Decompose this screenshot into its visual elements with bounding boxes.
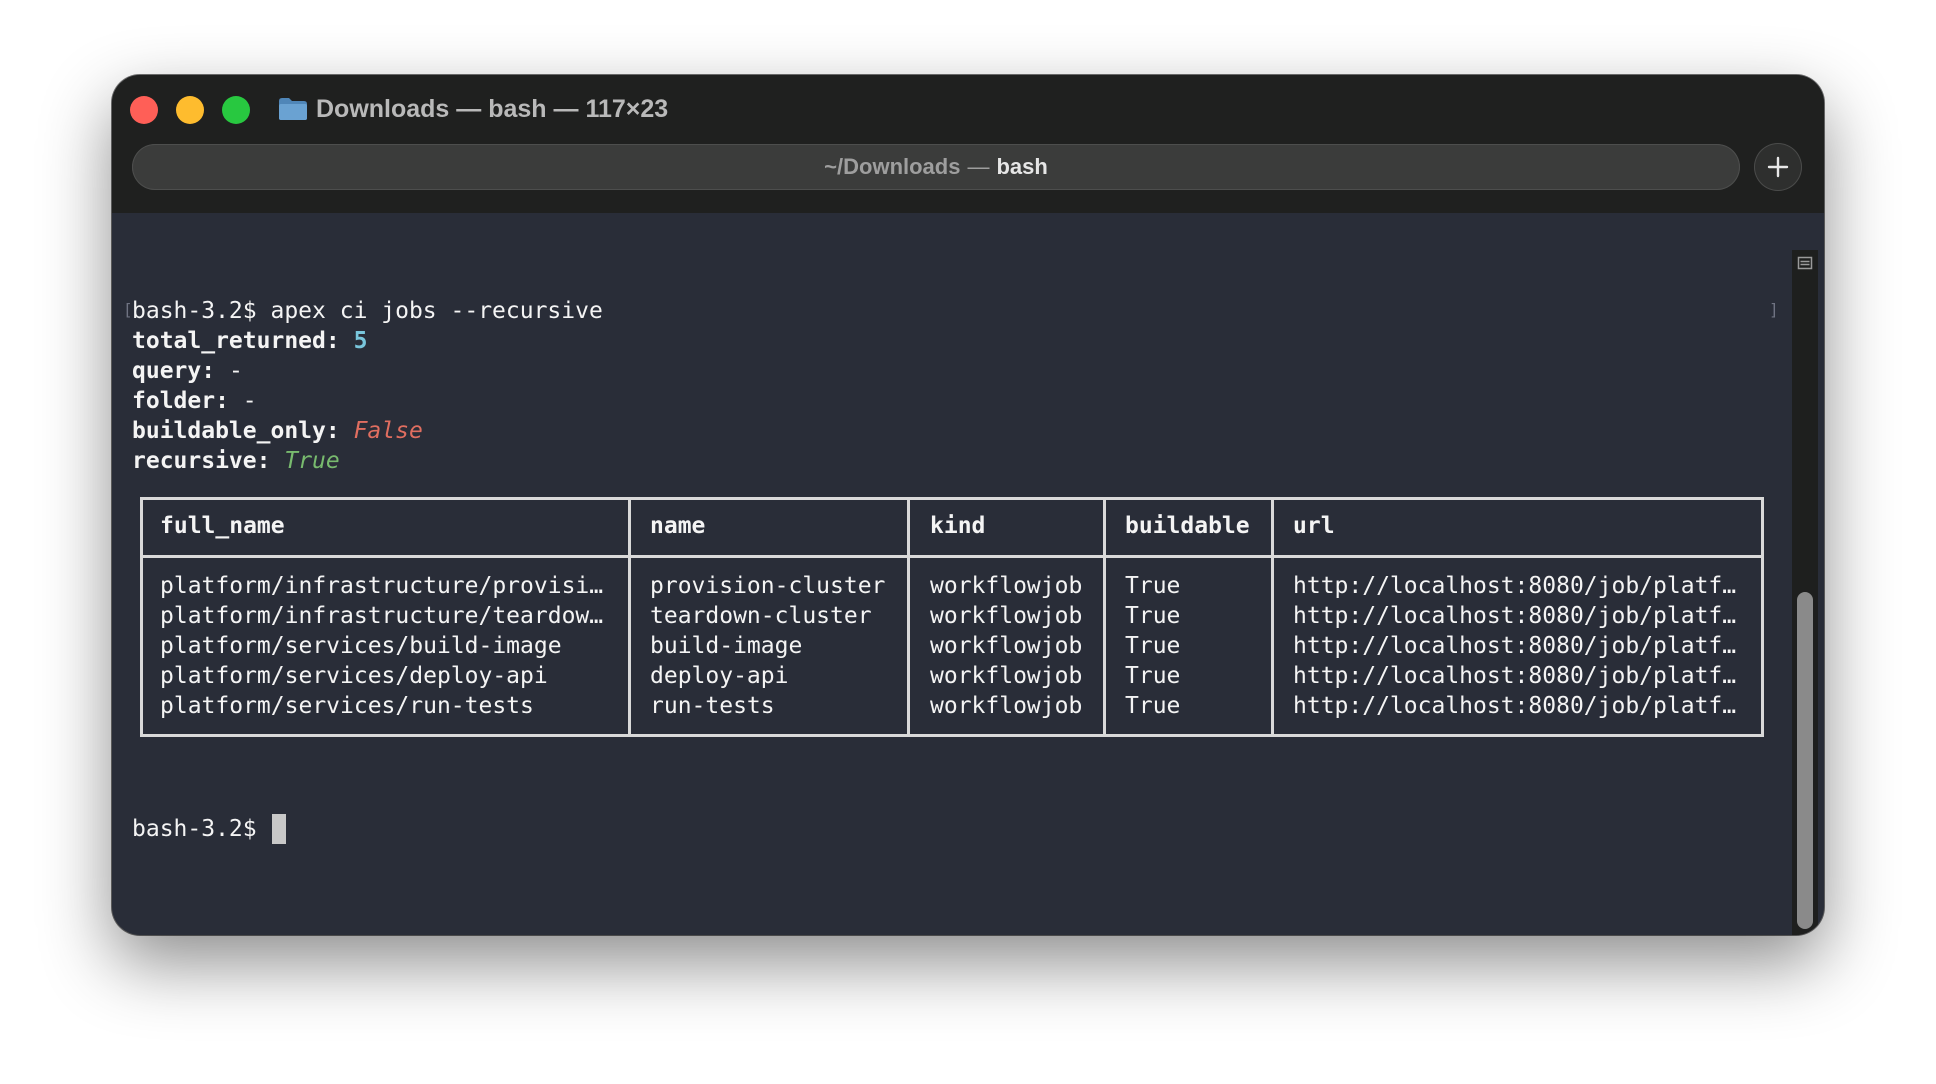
cell-buildable: True	[1125, 663, 1181, 689]
field-query: query: -	[132, 356, 243, 386]
terminal-output[interactable]: [ ] bash-3.2$ apex ci jobs --recursive t…	[112, 213, 1824, 935]
field-value: False	[353, 418, 423, 444]
cell-name: provision-cluster	[650, 573, 886, 599]
field-key: folder:	[132, 388, 229, 414]
cell-full-name: platform/services/build-image	[160, 633, 562, 659]
zoom-button[interactable]	[222, 96, 250, 124]
header-kind: kind	[930, 513, 986, 539]
scroll-marker-button[interactable]	[1794, 252, 1816, 274]
cell-buildable: True	[1125, 693, 1181, 719]
header-name: name	[650, 513, 706, 539]
cell-name: build-image	[650, 633, 803, 659]
tab-bash[interactable]: ~/Downloads — bash	[132, 144, 1740, 190]
field-buildable-only: buildable_only: False	[132, 416, 423, 446]
cell-full-name: platform/services/deploy-api	[160, 663, 548, 689]
prompt: bash-3.2$	[132, 298, 257, 324]
cell-name: teardown-cluster	[650, 603, 872, 629]
cell-buildable: True	[1125, 573, 1181, 599]
field-key: buildable_only:	[132, 418, 340, 444]
field-key: total_returned:	[132, 328, 340, 354]
column-divider	[1271, 497, 1274, 737]
tab-process: bash	[996, 154, 1048, 179]
cell-name: run-tests	[650, 693, 775, 719]
text-cursor	[272, 814, 286, 844]
column-divider	[1103, 497, 1106, 737]
cell-full-name: platform/infrastructure/teardow…	[160, 603, 604, 629]
mark-bracket-right: ]	[1769, 300, 1779, 319]
final-prompt: bash-3.2$	[132, 816, 257, 842]
scrollbar-thumb[interactable]	[1797, 592, 1813, 929]
field-key: query:	[132, 358, 216, 384]
field-folder: folder: -	[132, 386, 257, 416]
tab-path: ~/Downloads	[824, 154, 961, 179]
header-full-name: full_name	[160, 513, 285, 539]
command-line: bash-3.2$ apex ci jobs --recursive	[132, 296, 603, 326]
command: apex ci jobs --recursive	[270, 298, 603, 324]
field-key: recursive:	[132, 448, 271, 474]
cell-url: http://localhost:8080/job/platf…	[1293, 633, 1737, 659]
field-value: True	[284, 448, 340, 474]
field-value: -	[242, 388, 257, 414]
cell-kind: workflowjob	[930, 693, 1083, 719]
cell-url: http://localhost:8080/job/platf…	[1293, 603, 1737, 629]
tab-separator: —	[967, 154, 990, 179]
new-tab-button[interactable]	[1754, 143, 1802, 191]
minimize-button[interactable]	[176, 96, 204, 124]
column-divider	[907, 497, 910, 737]
cell-kind: workflowjob	[930, 603, 1083, 629]
folder-icon	[279, 98, 307, 120]
plus-icon	[1767, 156, 1789, 178]
prompt-line: bash-3.2$	[132, 814, 257, 844]
scroll-marker-icon	[1797, 256, 1813, 270]
table-header-divider	[140, 555, 1764, 558]
cell-kind: workflowjob	[930, 633, 1083, 659]
field-total-returned: total_returned: 5	[132, 326, 367, 356]
cell-url: http://localhost:8080/job/platf…	[1293, 663, 1737, 689]
header-url: url	[1293, 513, 1335, 539]
cell-buildable: True	[1125, 633, 1181, 659]
field-recursive: recursive: True	[132, 446, 340, 476]
terminal-window: Downloads — bash — 117×23 ~/Downloads — …	[112, 75, 1824, 935]
header-buildable: buildable	[1125, 513, 1250, 539]
cell-buildable: True	[1125, 603, 1181, 629]
cell-kind: workflowjob	[930, 573, 1083, 599]
cell-kind: workflowjob	[930, 663, 1083, 689]
field-value: -	[228, 358, 243, 384]
column-divider	[628, 497, 631, 737]
window-title: Downloads — bash — 117×23	[316, 95, 669, 123]
field-value: 5	[353, 328, 368, 354]
cell-url: http://localhost:8080/job/platf…	[1293, 573, 1737, 599]
cell-name: deploy-api	[650, 663, 789, 689]
cell-full-name: platform/infrastructure/provisi…	[160, 573, 604, 599]
close-button[interactable]	[130, 96, 158, 124]
cell-url: http://localhost:8080/job/platf…	[1293, 693, 1737, 719]
title-bar[interactable]: Downloads — bash — 117×23 ~/Downloads — …	[112, 75, 1824, 213]
cell-full-name: platform/services/run-tests	[160, 693, 534, 719]
